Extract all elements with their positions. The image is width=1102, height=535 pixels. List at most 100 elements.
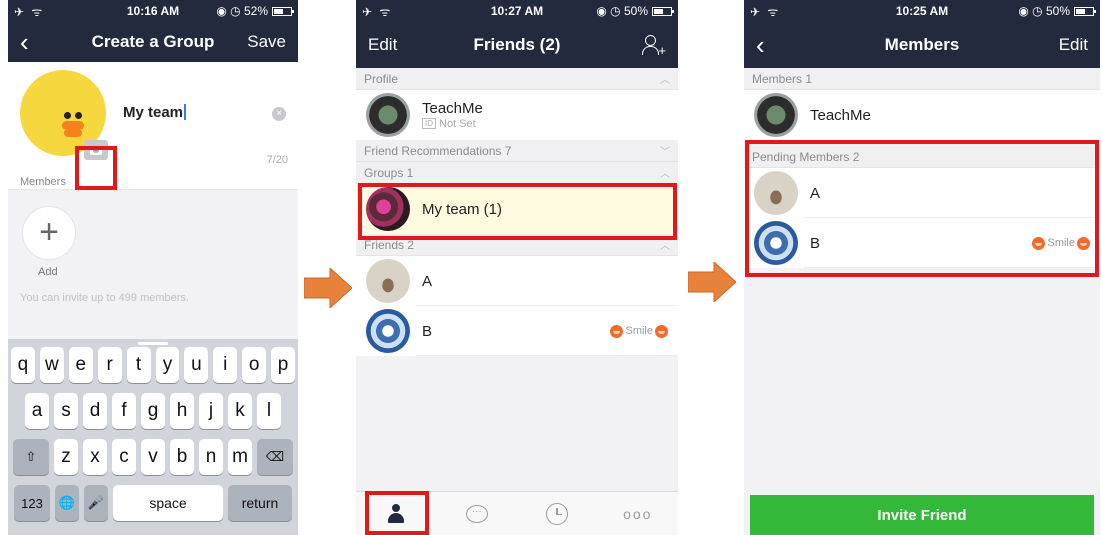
key-b[interactable]: b [170, 439, 194, 475]
key-s[interactable]: s [54, 393, 78, 429]
key-o[interactable]: o [242, 347, 267, 383]
mic-icon[interactable]: 🎤 [84, 485, 108, 521]
list-item[interactable]: B Smile [356, 306, 678, 356]
camera-icon[interactable] [84, 140, 108, 160]
create-group-screen: ✈ ᯤ 10:16 AM ◉ ◷ 52% ‹ Create a Group Sa… [8, 0, 298, 535]
key-d[interactable]: d [83, 393, 107, 429]
list-item[interactable]: A [744, 168, 1100, 218]
edit-button[interactable]: Edit [1059, 35, 1088, 55]
key-y[interactable]: y [155, 347, 180, 383]
battery-status: ◉ ◷ 50% [596, 4, 674, 18]
avatar [366, 93, 410, 137]
group-name-input[interactable]: My team [123, 104, 187, 121]
pending-name: B [810, 234, 821, 252]
chevron-left-icon[interactable]: ‹ [20, 29, 29, 55]
invite-friend-button[interactable]: Invite Friend [750, 495, 1094, 535]
keyboard-row-3: ⇧ zxcvbnm ⌫ [11, 439, 295, 475]
nav-bar: ‹ Members Edit [744, 22, 1100, 68]
keyboard-row-2: asdfghjkl [11, 393, 295, 429]
key-u[interactable]: u [184, 347, 209, 383]
list-item[interactable]: B Smile [744, 218, 1100, 268]
return-key[interactable]: return [228, 485, 292, 521]
key-r[interactable]: r [97, 347, 122, 383]
status-bar: ✈ ᯤ 10:27 AM ◉ ◷ 50% [356, 0, 678, 22]
page-title: Members [884, 35, 960, 54]
members-screen: ✈ ᯤ 10:25 AM ◉ ◷ 50% ‹ Members Edit Memb… [744, 0, 1100, 535]
chevron-down-icon: ﹀ [660, 147, 670, 158]
arrow-right-icon [304, 268, 352, 308]
avatar [366, 309, 410, 353]
key-c[interactable]: c [112, 439, 136, 475]
page-title: Friends (2) [473, 35, 561, 54]
key-v[interactable]: v [141, 439, 165, 475]
profile-name: TeachMe [422, 100, 483, 117]
add-friend-icon[interactable]: + [642, 34, 666, 57]
group-row[interactable]: My team (1) [356, 184, 678, 234]
smile-emoji-icon [610, 324, 624, 338]
smile-emoji-icon [655, 324, 668, 338]
chevron-left-icon[interactable]: ‹ [756, 32, 765, 58]
clear-icon[interactable]: × [272, 107, 286, 121]
clock-icon [546, 502, 569, 525]
backspace-key[interactable]: ⌫ [257, 439, 293, 475]
section-recommendations[interactable]: Friend Recommendations 7 ﹀ [356, 140, 678, 162]
section-groups[interactable]: Groups 1 ︿ [356, 162, 678, 184]
tab-friends[interactable] [376, 496, 416, 532]
chat-bubble-icon: ··· [465, 504, 488, 523]
edit-button[interactable]: Edit [368, 35, 397, 55]
key-m[interactable]: m [228, 439, 252, 475]
section-friends[interactable]: Friends 2 ︿ [356, 234, 678, 256]
key-n[interactable]: n [199, 439, 223, 475]
keyboard-row-4: 123 🌐 🎤 space return [11, 485, 295, 521]
invite-hint: You can invite up to 499 members. [20, 292, 189, 304]
list-item[interactable]: A [356, 256, 678, 306]
char-count: 7/20 [266, 154, 288, 166]
key-e[interactable]: e [68, 347, 93, 383]
key-i[interactable]: i [213, 347, 238, 383]
add-member-button[interactable]: + [22, 206, 76, 260]
globe-icon[interactable]: 🌐 [55, 485, 79, 521]
key-j[interactable]: j [199, 393, 223, 429]
more-icon: ooo [623, 505, 653, 522]
tab-timeline[interactable] [537, 496, 577, 532]
pending-name: A [810, 184, 821, 202]
status-bar: ✈ ᯤ 10:25 AM ◉ ◷ 50% [744, 0, 1100, 22]
chevron-up-icon: ︿ [660, 169, 670, 180]
save-button[interactable]: Save [247, 32, 286, 52]
key-a[interactable]: a [25, 393, 49, 429]
sally-icon [62, 112, 84, 140]
tab-more[interactable]: ooo [618, 496, 658, 532]
status-message: Smile [1032, 236, 1090, 250]
avatar [366, 259, 410, 303]
smile-emoji-icon [1032, 236, 1046, 250]
tab-chats[interactable]: ··· [457, 496, 497, 532]
section-pending: Pending Members 2 [744, 146, 1100, 168]
battery-status: ◉ ◷ 50% [1018, 4, 1096, 18]
key-k[interactable]: k [228, 393, 252, 429]
profile-row[interactable]: TeachMe ID Not Set [356, 90, 678, 140]
add-label: Add [38, 266, 58, 278]
member-row[interactable]: TeachMe [744, 90, 1100, 140]
key-t[interactable]: t [126, 347, 151, 383]
group-profile-area: My team × 7/20 Members [8, 62, 298, 190]
shift-key[interactable]: ⇧ [13, 439, 49, 475]
key-q[interactable]: q [10, 347, 35, 383]
text-cursor [184, 104, 187, 120]
key-x[interactable]: x [83, 439, 107, 475]
status-bar: ✈ ᯤ 10:16 AM ◉ ◷ 52% [8, 0, 298, 22]
numbers-key[interactable]: 123 [14, 485, 50, 521]
key-z[interactable]: z [54, 439, 78, 475]
key-l[interactable]: l [257, 393, 281, 429]
key-h[interactable]: h [170, 393, 194, 429]
key-f[interactable]: f [112, 393, 136, 429]
key-g[interactable]: g [141, 393, 165, 429]
status-message: Smile [610, 324, 668, 338]
members-label: Members [20, 176, 66, 188]
avatar [754, 221, 798, 265]
key-p[interactable]: p [271, 347, 296, 383]
section-profile[interactable]: Profile ︿ [356, 68, 678, 90]
key-w[interactable]: w [39, 347, 64, 383]
space-key[interactable]: space [113, 485, 223, 521]
avatar [754, 171, 798, 215]
chevron-up-icon: ︿ [660, 75, 670, 86]
